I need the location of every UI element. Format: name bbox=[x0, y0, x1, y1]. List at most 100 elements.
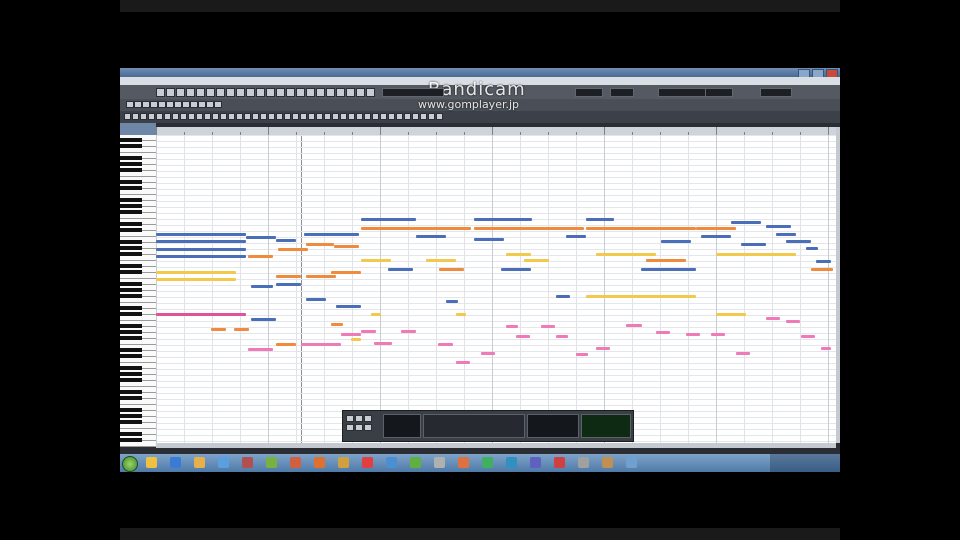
midi-note[interactable] bbox=[156, 271, 236, 274]
midi-note[interactable] bbox=[306, 275, 336, 278]
toolbar-button[interactable] bbox=[156, 88, 165, 97]
midi-note[interactable] bbox=[646, 259, 686, 262]
midi-note[interactable] bbox=[331, 271, 361, 274]
toolbar-button[interactable] bbox=[180, 113, 187, 120]
midi-note[interactable] bbox=[711, 333, 725, 336]
toolbar-button[interactable] bbox=[186, 88, 195, 97]
midi-note[interactable] bbox=[541, 325, 555, 328]
midi-note[interactable] bbox=[276, 275, 301, 278]
midi-note[interactable] bbox=[556, 295, 570, 298]
toolbar-button[interactable] bbox=[356, 113, 363, 120]
midi-note[interactable] bbox=[251, 318, 276, 321]
toolbar-button[interactable] bbox=[206, 101, 214, 108]
toolbar-button[interactable] bbox=[126, 101, 134, 108]
app-icon[interactable] bbox=[506, 457, 517, 468]
midi-note[interactable] bbox=[341, 333, 361, 336]
midi-note[interactable] bbox=[156, 240, 246, 243]
midi-note[interactable] bbox=[811, 268, 833, 271]
toolbar-button[interactable] bbox=[316, 88, 325, 97]
midi-note[interactable] bbox=[156, 255, 246, 258]
black-key[interactable] bbox=[120, 414, 142, 418]
midi-note[interactable] bbox=[506, 253, 531, 256]
toolbar-button[interactable] bbox=[268, 113, 275, 120]
midi-note[interactable] bbox=[786, 240, 811, 243]
midi-note[interactable] bbox=[801, 335, 815, 338]
toolbar-button[interactable] bbox=[236, 88, 245, 97]
midi-note[interactable] bbox=[234, 328, 249, 331]
toolbar-button[interactable] bbox=[182, 101, 190, 108]
midi-note[interactable] bbox=[301, 343, 341, 346]
app-icon[interactable] bbox=[578, 457, 589, 468]
toolbar-button[interactable] bbox=[436, 113, 443, 120]
toolbar-button[interactable] bbox=[366, 88, 375, 97]
midi-note[interactable] bbox=[716, 253, 796, 256]
midi-note[interactable] bbox=[516, 335, 530, 338]
midi-note[interactable] bbox=[361, 218, 416, 221]
midi-note[interactable] bbox=[276, 283, 301, 286]
midi-note[interactable] bbox=[586, 227, 696, 230]
midi-note[interactable] bbox=[736, 352, 750, 355]
toolbar-button[interactable] bbox=[306, 88, 315, 97]
midi-note[interactable] bbox=[661, 240, 691, 243]
black-key[interactable] bbox=[120, 420, 142, 424]
midi-note[interactable] bbox=[361, 227, 471, 230]
toolbar-button[interactable] bbox=[266, 88, 275, 97]
toolbar-button[interactable] bbox=[148, 113, 155, 120]
toolbar-button[interactable] bbox=[166, 88, 175, 97]
stop-button[interactable] bbox=[355, 415, 363, 422]
toolbar-button[interactable] bbox=[132, 113, 139, 120]
explorer-icon[interactable] bbox=[146, 457, 157, 468]
black-key[interactable] bbox=[120, 186, 142, 190]
black-key[interactable] bbox=[120, 378, 142, 382]
midi-note[interactable] bbox=[156, 248, 246, 251]
midi-note[interactable] bbox=[246, 236, 276, 239]
black-key[interactable] bbox=[120, 264, 142, 268]
midi-note[interactable] bbox=[501, 268, 531, 271]
toolbar-button[interactable] bbox=[326, 88, 335, 97]
toolbar-button[interactable] bbox=[256, 88, 265, 97]
toolbar-field[interactable] bbox=[658, 88, 710, 97]
app-icon[interactable] bbox=[482, 457, 493, 468]
toolbar-button[interactable] bbox=[396, 113, 403, 120]
midi-note[interactable] bbox=[576, 353, 588, 356]
toolbar-button[interactable] bbox=[340, 113, 347, 120]
toolbar-button[interactable] bbox=[244, 113, 251, 120]
midi-note[interactable] bbox=[336, 305, 361, 308]
firefox-icon[interactable] bbox=[314, 457, 325, 468]
midi-note[interactable] bbox=[276, 239, 296, 242]
toolbar-button[interactable] bbox=[420, 113, 427, 120]
app-icon[interactable] bbox=[338, 457, 349, 468]
midi-note[interactable] bbox=[766, 317, 780, 320]
midi-note[interactable] bbox=[816, 260, 831, 263]
midi-note[interactable] bbox=[331, 233, 359, 236]
horizontal-scrollbar[interactable] bbox=[156, 443, 836, 448]
toolbar-button[interactable] bbox=[142, 101, 150, 108]
midi-note[interactable] bbox=[156, 278, 236, 281]
track-header[interactable] bbox=[120, 123, 156, 135]
toolbar-button[interactable] bbox=[412, 113, 419, 120]
toolbar-button[interactable] bbox=[164, 113, 171, 120]
folder-icon[interactable] bbox=[194, 457, 205, 468]
toolbar-button[interactable] bbox=[188, 113, 195, 120]
toolbar-button[interactable] bbox=[228, 113, 235, 120]
midi-note[interactable] bbox=[439, 268, 464, 271]
black-key[interactable] bbox=[120, 438, 142, 442]
toolbar-button[interactable] bbox=[214, 101, 222, 108]
toolbar-field[interactable] bbox=[575, 88, 603, 97]
toolbar-button[interactable] bbox=[356, 88, 365, 97]
black-key[interactable] bbox=[120, 432, 142, 436]
black-key[interactable] bbox=[120, 198, 142, 202]
toolbar-button[interactable] bbox=[372, 113, 379, 120]
toolbar-button[interactable] bbox=[220, 113, 227, 120]
toolbar-button[interactable] bbox=[226, 88, 235, 97]
midi-note[interactable] bbox=[374, 342, 392, 345]
midi-note[interactable] bbox=[776, 233, 796, 236]
toolbar-button[interactable] bbox=[332, 113, 339, 120]
toolbar-button[interactable] bbox=[276, 113, 283, 120]
midi-note[interactable] bbox=[401, 330, 416, 333]
midi-note[interactable] bbox=[456, 313, 466, 316]
black-key[interactable] bbox=[120, 372, 142, 376]
midi-note[interactable] bbox=[821, 347, 831, 350]
app-icon[interactable] bbox=[554, 457, 565, 468]
midi-note[interactable] bbox=[156, 233, 246, 236]
